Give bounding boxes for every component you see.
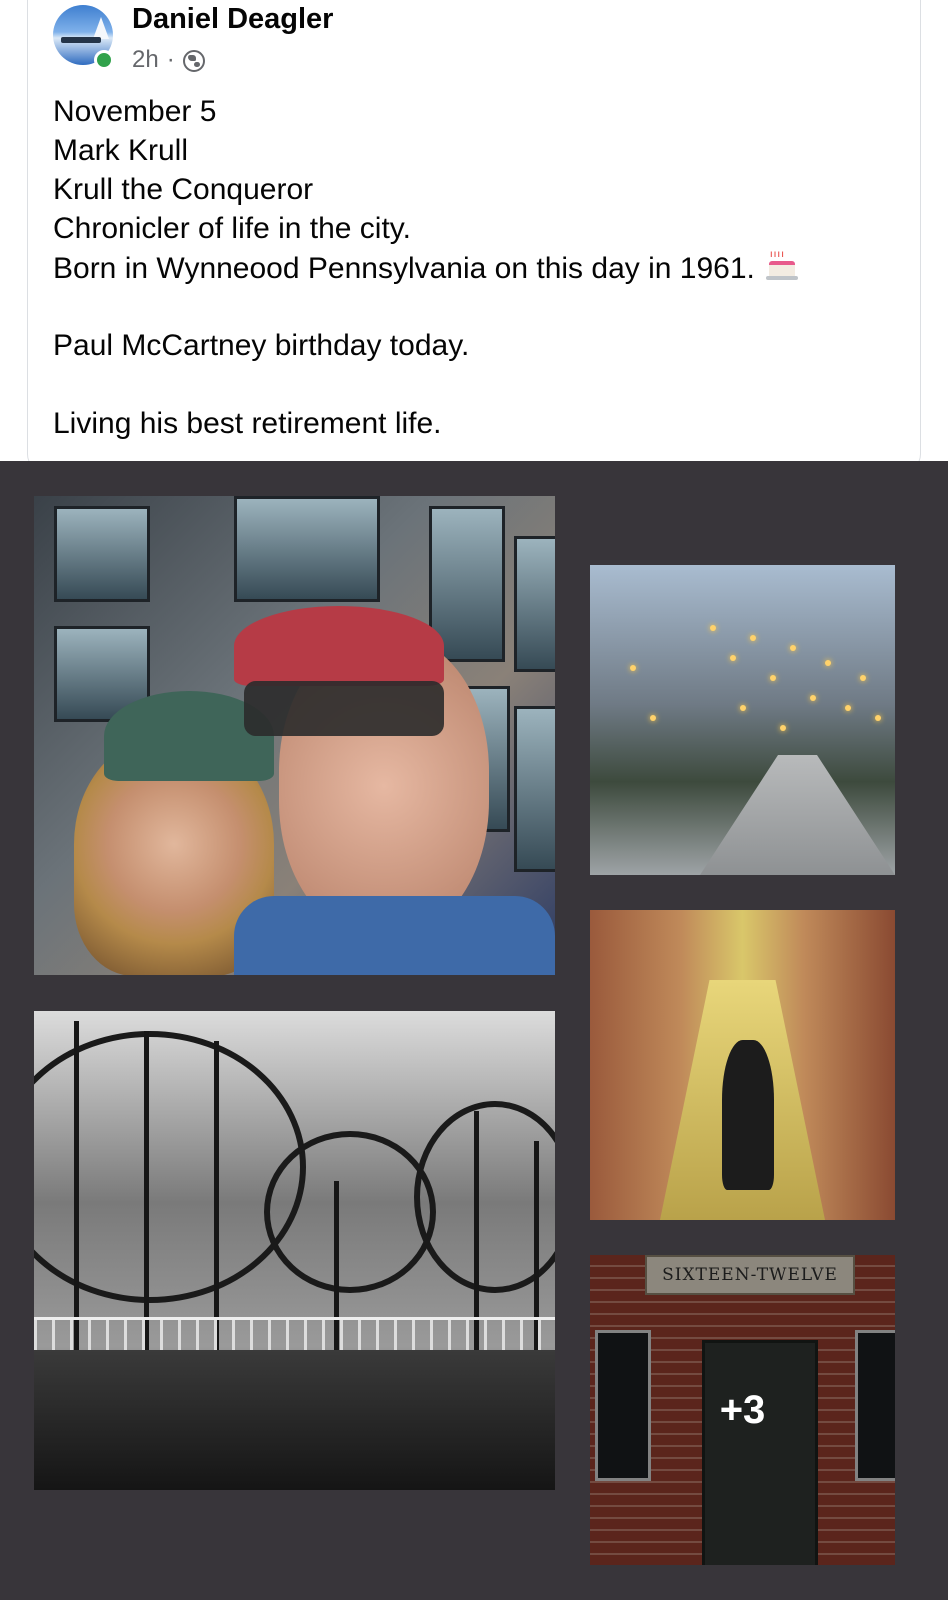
post-line: Born in Wynneood Pennsylvania on this da… <box>53 252 755 285</box>
photo-gallery: SIXTEEN-TWELVE +3 <box>0 461 948 1600</box>
walking-person <box>722 1040 774 1190</box>
road <box>34 1350 555 1490</box>
photo-selfie-couple[interactable] <box>34 496 555 975</box>
post-line: Mark Krull <box>53 134 189 167</box>
post-line: November 5 <box>53 95 217 128</box>
photo-park-lights[interactable] <box>590 565 895 875</box>
boardwalk-fence <box>34 1317 555 1350</box>
post-meta: 2h · <box>132 46 205 74</box>
red-cap <box>234 606 444 686</box>
globe-icon[interactable] <box>182 50 205 72</box>
post-line-with-emoji: Born in Wynneood Pennsylvania on this da… <box>53 248 913 287</box>
post-timestamp[interactable]: 2h <box>132 46 159 74</box>
post-line: Krull the Conqueror <box>53 173 314 206</box>
birthday-cake-icon: ıııı <box>765 248 799 282</box>
blue-shirt <box>234 896 555 975</box>
photo-roller-coaster[interactable] <box>34 1011 555 1490</box>
photo-tunnel-walker[interactable] <box>590 910 895 1220</box>
meta-separator: · <box>166 46 175 73</box>
park-path <box>700 755 895 875</box>
sunglasses <box>244 681 444 736</box>
boat-hull <box>61 37 101 43</box>
post-line: Paul McCartney birthday today. <box>53 329 470 362</box>
post-line: Living his best retirement life. <box>53 407 442 440</box>
online-status-dot <box>94 50 114 70</box>
author-name[interactable]: Daniel Deagler <box>132 3 333 36</box>
photo-brick-doorway[interactable]: SIXTEEN-TWELVE +3 <box>590 1255 895 1565</box>
post-line: Chronicler of life in the city. <box>53 212 411 245</box>
post-body: November 5 Mark Krull Krull the Conquero… <box>53 92 913 443</box>
sailboat-icon <box>93 17 109 39</box>
more-photos-count[interactable]: +3 <box>590 1255 895 1565</box>
